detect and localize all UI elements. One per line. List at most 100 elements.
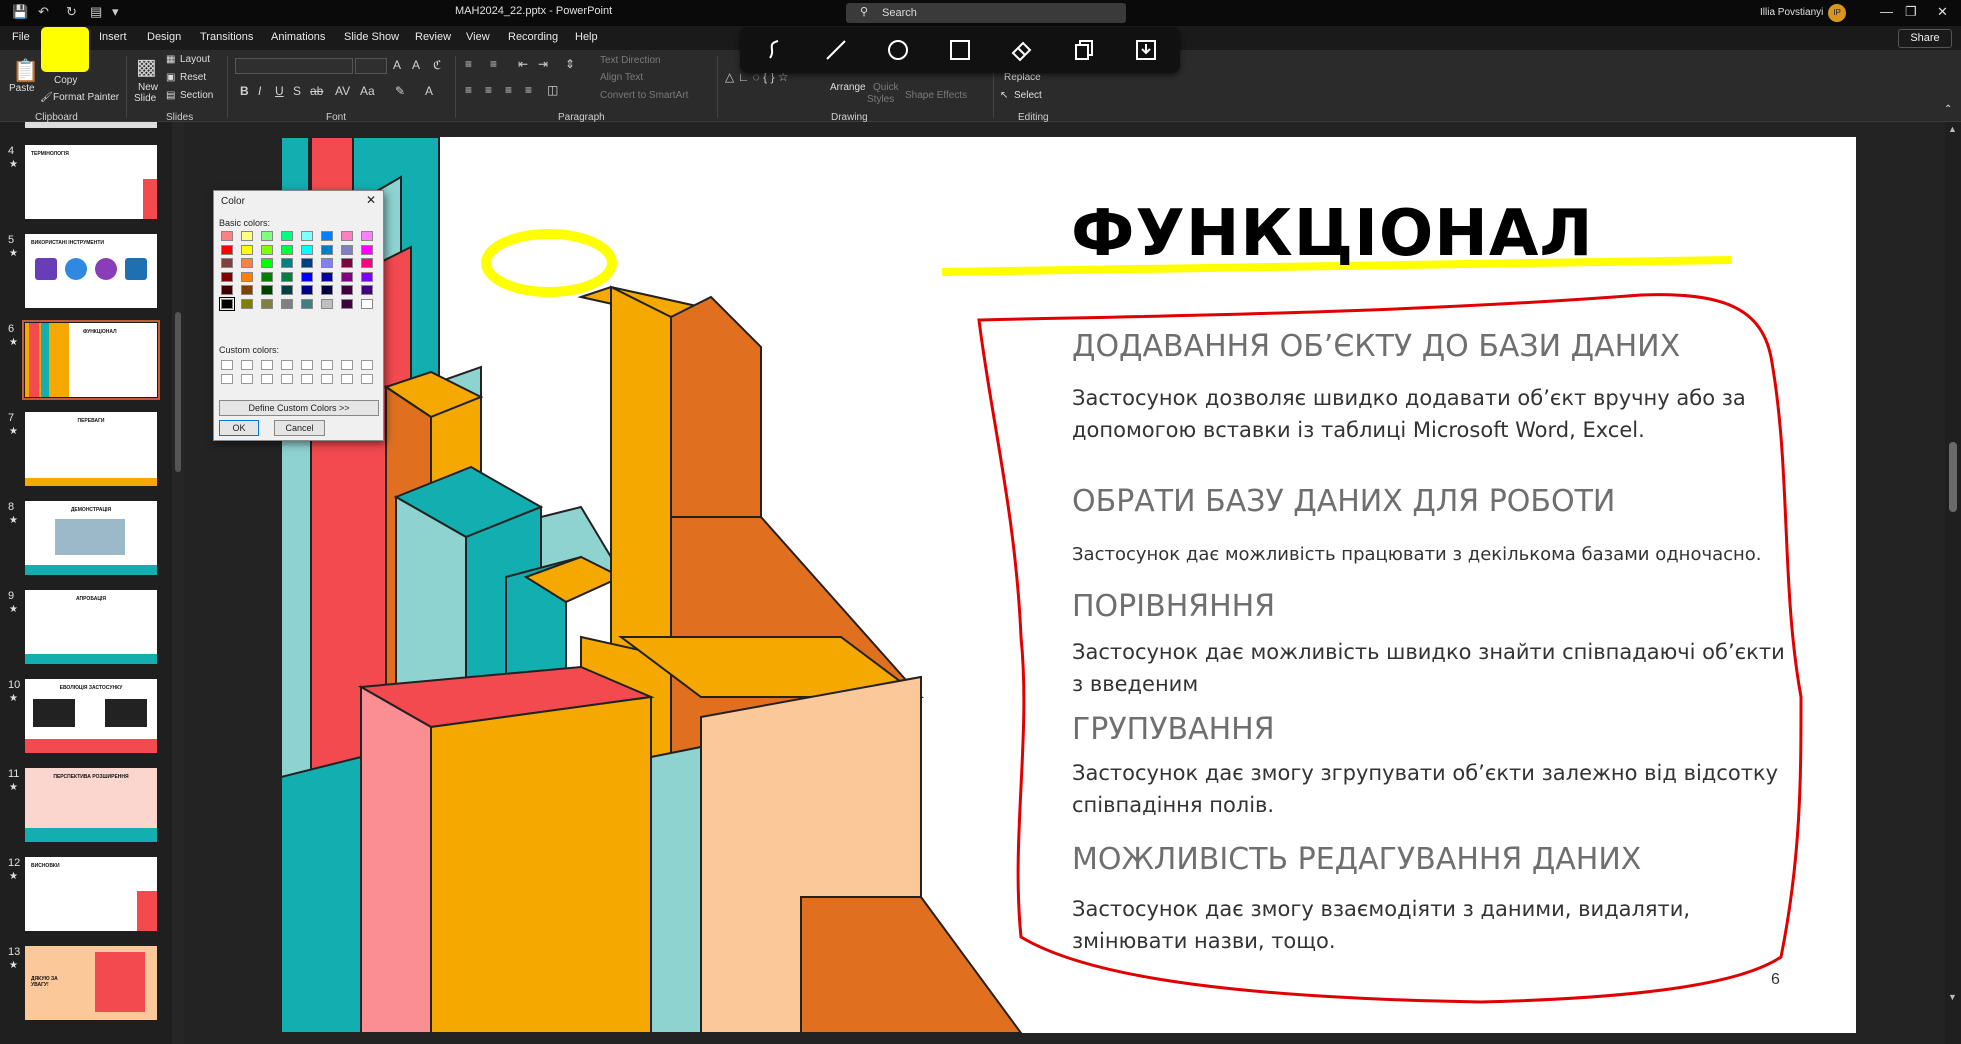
rectangle-icon[interactable] [948, 38, 972, 62]
color-swatch[interactable] [321, 231, 333, 241]
color-swatch[interactable] [341, 298, 353, 309]
slide-title[interactable]: ФУНКЦІОНАЛ [1071, 197, 1594, 271]
new-slide-label-1[interactable]: New [138, 82, 158, 93]
color-swatch[interactable] [361, 258, 373, 268]
section-body[interactable]: Застосунок дозволяє швидко додавати об’є… [1072, 382, 1792, 446]
color-swatch[interactable] [241, 271, 253, 282]
color-swatch[interactable] [261, 298, 273, 309]
custom-color-swatch[interactable] [321, 360, 333, 370]
editor-scrollbar[interactable]: ▲ ▼ [1945, 122, 1961, 1044]
custom-color-swatch[interactable] [241, 374, 253, 384]
color-swatch[interactable] [221, 244, 233, 255]
thumbnail-image[interactable]: ВИКОРИСТАНІ ІНСТРУМЕНТИ [25, 234, 157, 308]
share-button[interactable]: Share [1898, 29, 1952, 48]
color-swatch[interactable] [281, 231, 293, 241]
copy-button[interactable]: Copy [54, 75, 77, 86]
section-body[interactable]: Застосунок дає можливість швидко знайти … [1072, 636, 1792, 700]
color-swatch[interactable] [361, 231, 373, 241]
thumbnail-image[interactable]: АПРОБАЦІЯ [25, 590, 157, 664]
color-swatch[interactable] [221, 231, 233, 241]
align-text-button[interactable]: Align Text [600, 72, 643, 83]
color-swatch[interactable] [341, 258, 353, 268]
font-color-icon[interactable]: A [425, 84, 433, 98]
color-swatch[interactable] [321, 258, 333, 268]
thumbnail-image[interactable]: ПЕРСПЕКТИВА РОЗШИРЕННЯ [25, 768, 157, 842]
color-swatch[interactable] [241, 298, 253, 309]
custom-color-swatch[interactable] [301, 360, 313, 370]
color-swatch[interactable] [361, 285, 373, 295]
restore-icon[interactable]: ❐ [1905, 4, 1917, 20]
line-icon[interactable] [824, 38, 848, 62]
bullets-icon[interactable]: ≡ [465, 57, 472, 71]
color-swatch[interactable] [241, 231, 253, 241]
section-heading[interactable]: ГРУПУВАННЯ [1072, 712, 1275, 747]
user-name[interactable]: Illia Povstianyi [1760, 7, 1823, 18]
reset-icon[interactable]: ▣ [166, 72, 175, 83]
tab-help[interactable]: Help [575, 31, 598, 43]
custom-color-swatch[interactable] [301, 374, 313, 384]
arrange-button[interactable]: Arrange [830, 82, 866, 93]
section-body[interactable]: Застосунок дає можливість працювати з де… [1072, 539, 1792, 571]
color-swatch[interactable] [361, 298, 373, 309]
thumbnail-image-selected[interactable]: ФУНКЦІОНАЛ [22, 320, 160, 400]
ok-button[interactable]: OK [219, 420, 259, 436]
cancel-button[interactable]: Cancel [274, 420, 325, 436]
color-swatch[interactable] [281, 271, 293, 282]
select-button[interactable]: Select [1014, 90, 1042, 101]
search-box[interactable]: ⚲ Search [846, 3, 1126, 23]
decrease-font-icon[interactable]: A [412, 58, 420, 72]
tab-recording[interactable]: Recording [508, 31, 558, 43]
pen-color-swatch[interactable] [41, 27, 89, 72]
color-swatch[interactable] [281, 258, 293, 268]
section-heading[interactable]: ПОРІВНЯННЯ [1072, 589, 1275, 624]
increase-indent-icon[interactable]: ⇥ [538, 57, 548, 71]
numbering-icon[interactable]: ≡ [490, 57, 497, 71]
eraser-icon[interactable] [1010, 38, 1034, 62]
thumbnail-partial[interactable] [25, 122, 157, 128]
tab-insert[interactable]: Insert [99, 31, 127, 43]
custom-color-swatch[interactable] [281, 360, 293, 370]
tab-file[interactable]: File [12, 31, 30, 43]
save-icon[interactable] [1134, 38, 1158, 62]
color-swatch[interactable] [261, 231, 273, 241]
section-heading[interactable]: ОБРАТИ БАЗУ ДАНИХ ДЛЯ РОБОТИ [1072, 484, 1615, 519]
strikethrough-icon[interactable]: ab [310, 84, 323, 98]
custom-color-swatch[interactable] [281, 374, 293, 384]
reset-button[interactable]: Reset [180, 72, 206, 83]
increase-font-icon[interactable]: A [393, 58, 401, 72]
thumbnail-image[interactable]: ВИСНОВКИ [25, 857, 157, 931]
section-body[interactable]: Застосунок дає змогу згрупувати об’єкти … [1072, 757, 1792, 821]
tab-transitions[interactable]: Transitions [200, 31, 253, 43]
format-painter-icon[interactable]: 🖌 [40, 92, 53, 103]
custom-color-swatch[interactable] [341, 374, 353, 384]
font-family-select[interactable] [235, 58, 353, 74]
color-swatch[interactable] [241, 258, 253, 268]
color-swatch[interactable] [321, 298, 333, 309]
save-icon[interactable]: 💾 [12, 4, 28, 20]
color-swatch[interactable] [301, 231, 313, 241]
color-swatch[interactable] [361, 244, 373, 255]
custom-color-swatch[interactable] [221, 360, 233, 370]
color-swatch[interactable] [261, 244, 273, 255]
justify-icon[interactable]: ≡ [525, 83, 532, 97]
thumbnails-scrollbar[interactable] [172, 122, 184, 1044]
color-swatch[interactable] [261, 271, 273, 282]
color-swatch[interactable] [219, 296, 235, 311]
color-swatch[interactable] [301, 244, 313, 255]
new-slide-icon[interactable]: ▩ [136, 54, 157, 80]
present-icon[interactable]: ▤ [90, 4, 102, 20]
paste-icon[interactable]: 📋 [12, 58, 39, 84]
tab-review[interactable]: Review [415, 31, 451, 43]
italic-icon[interactable]: I [258, 84, 261, 98]
scroll-up-icon[interactable]: ▲ [1948, 124, 1957, 134]
columns-icon[interactable]: ◫ [547, 83, 558, 97]
color-swatch[interactable] [261, 258, 273, 268]
color-swatch[interactable] [341, 231, 353, 241]
custom-color-swatch[interactable] [241, 360, 253, 370]
quick-styles-label-1[interactable]: Quick [873, 82, 899, 93]
color-swatch[interactable] [221, 271, 233, 282]
color-swatch[interactable] [361, 271, 373, 282]
customize-quick-access-icon[interactable]: ▾ [112, 4, 119, 20]
decrease-indent-icon[interactable]: ⇤ [518, 57, 528, 71]
color-swatch[interactable] [281, 244, 293, 255]
